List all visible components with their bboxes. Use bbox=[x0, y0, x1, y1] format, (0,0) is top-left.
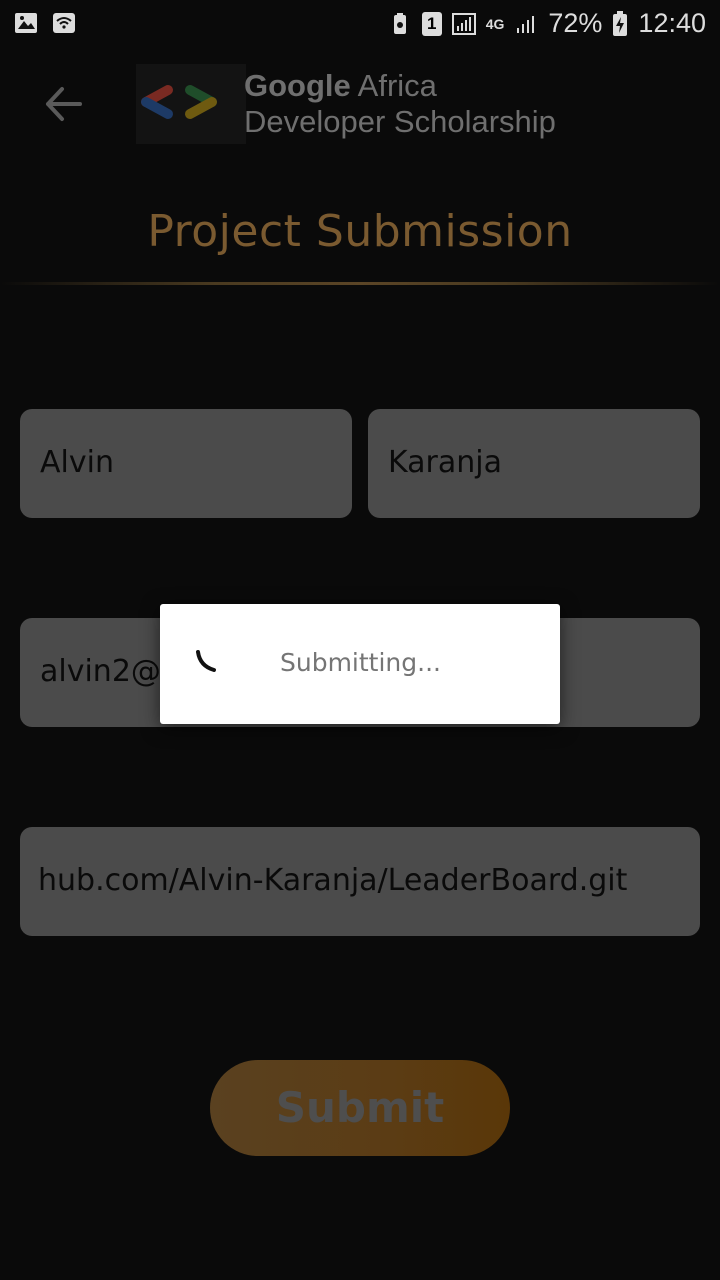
logo-line1-bold: Google bbox=[244, 68, 351, 103]
page-title: Project Submission bbox=[147, 206, 573, 257]
title-divider bbox=[0, 282, 720, 285]
image-notification-icon bbox=[15, 13, 37, 33]
network-type: 4G bbox=[485, 15, 505, 32]
gads-wordmark: Google Africa Developer Scholarship bbox=[244, 68, 556, 140]
code-brackets-logo-icon bbox=[141, 85, 217, 119]
signal-sim2-icon bbox=[517, 15, 535, 33]
battery-charging-icon bbox=[613, 10, 628, 36]
screen: 1 4G 72% 12:40 Google Africa Developer S… bbox=[0, 0, 720, 1280]
wifi-notification-icon bbox=[53, 13, 75, 33]
github-link-field[interactable]: hub.com/Alvin-Karanja/LeaderBoard.git bbox=[20, 827, 700, 936]
loading-spinner-icon bbox=[196, 650, 216, 672]
signal-sim1-icon bbox=[451, 12, 476, 35]
dialog-message: Submitting... bbox=[280, 648, 441, 677]
submit-button[interactable]: Submit bbox=[210, 1060, 510, 1156]
last-name-field[interactable]: Karanja bbox=[368, 409, 700, 518]
battery-percent: 72% bbox=[548, 8, 603, 38]
logo-line1-rest: Africa bbox=[350, 68, 437, 103]
logo-line2: Developer Scholarship bbox=[244, 104, 556, 139]
progress-dialog: Submitting... bbox=[160, 604, 560, 724]
sim-badge: 1 bbox=[421, 11, 442, 36]
battery-saver-icon bbox=[393, 12, 406, 34]
gads-logo bbox=[136, 64, 246, 144]
first-name-field[interactable]: Alvin bbox=[20, 409, 352, 518]
back-arrow-icon[interactable] bbox=[44, 86, 84, 122]
clock: 12:40 bbox=[638, 8, 706, 38]
status-bar: 1 4G 72% 12:40 bbox=[0, 0, 720, 50]
